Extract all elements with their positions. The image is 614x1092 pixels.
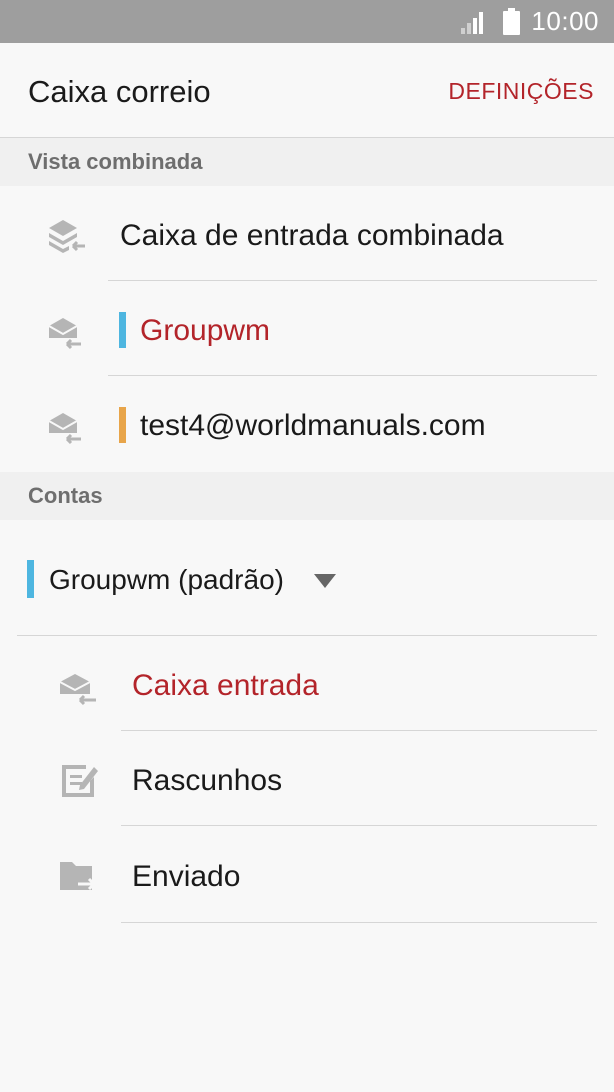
signal-icon	[461, 12, 483, 34]
combined-item-label: test4@worldmanuals.com	[140, 409, 486, 442]
battery-icon	[503, 8, 520, 35]
drafts-icon	[62, 765, 98, 797]
status-time: 10:00	[531, 6, 599, 36]
inbox-icon	[59, 674, 96, 706]
divider	[121, 922, 597, 923]
folder-drafts[interactable]: Rascunhos	[0, 731, 614, 826]
app-header: Caixa correio DEFINIÇÕES	[0, 43, 614, 138]
account-color-bar	[119, 407, 126, 443]
mail-account-icon	[48, 318, 81, 350]
account-color-bar	[27, 560, 34, 598]
inbox-stack-icon	[49, 220, 85, 253]
combined-item-label: Caixa de entrada combinada	[120, 219, 504, 252]
folder-inbox[interactable]: Caixa entrada	[0, 636, 614, 731]
settings-button[interactable]: DEFINIÇÕES	[448, 78, 594, 105]
account-label: Groupwm (padrão)	[49, 564, 284, 595]
account-color-bar	[119, 312, 126, 348]
chevron-down-icon	[314, 574, 336, 588]
combined-account-groupwm[interactable]: Groupwm	[0, 281, 614, 376]
combined-account-test4[interactable]: test4@worldmanuals.com	[0, 376, 614, 472]
page-title: Caixa correio	[28, 74, 211, 109]
folder-label: Caixa entrada	[132, 669, 319, 702]
status-bar: 10:00	[0, 0, 614, 43]
combined-item-label: Groupwm	[140, 314, 271, 347]
folder-label: Enviado	[132, 860, 241, 893]
mail-account-icon	[48, 413, 81, 445]
sent-folder-icon	[60, 862, 96, 891]
folder-sent[interactable]: Enviado	[0, 826, 614, 923]
section-header-accounts: Contas	[0, 472, 614, 520]
combined-inbox-item[interactable]: Caixa de entrada combinada	[0, 186, 614, 281]
account-selector[interactable]: Groupwm (padrão)	[0, 520, 614, 636]
folder-label: Rascunhos	[132, 764, 283, 797]
section-header-combined: Vista combinada	[0, 138, 614, 186]
